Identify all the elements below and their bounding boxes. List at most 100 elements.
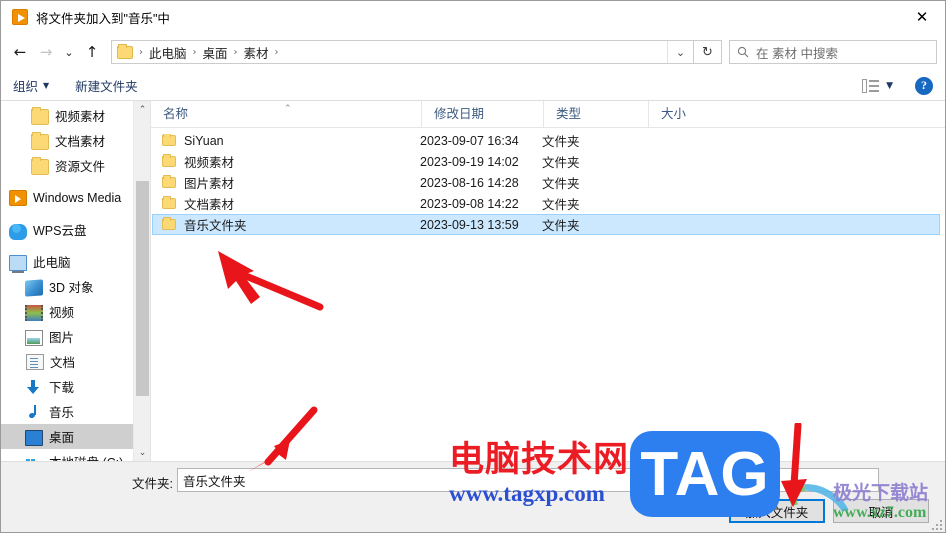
breadcrumb-item-sucai[interactable]: 素材	[244, 43, 269, 62]
file-type-cell: 文件夹	[542, 219, 580, 233]
sidebar-item-label: 文档	[50, 356, 76, 370]
breadcrumb-item-this-pc[interactable]: 此电脑	[149, 43, 187, 62]
desktop-icon	[25, 430, 43, 446]
column-header-name-label: 名称	[163, 106, 189, 121]
folder-name-input[interactable]: 音乐文件夹	[177, 468, 879, 492]
column-headers: 名称 ⌃ 修改日期 类型 大小	[151, 100, 945, 128]
breadcrumb-item-desktop[interactable]: 桌面	[203, 43, 228, 62]
command-toolbar: 组织 ▼ 新建文件夹 ▼ ?	[1, 71, 945, 101]
sidebar-item-label: 此电脑	[33, 256, 71, 270]
column-header-type[interactable]: 类型	[543, 100, 648, 128]
folder-icon	[162, 154, 176, 167]
file-name-cell: SiYuan	[153, 133, 417, 148]
help-icon[interactable]: ?	[915, 76, 933, 95]
resize-grip[interactable]	[930, 518, 942, 530]
cancel-button[interactable]: 取消	[833, 499, 929, 523]
file-date-cell: 2023-09-08 14:22	[420, 196, 519, 211]
chevron-down-icon: ▼	[43, 81, 50, 90]
sidebar-item-label: 文档素材	[55, 135, 106, 149]
3d-objects-icon	[25, 278, 43, 297]
sidebar-item-resource-files[interactable]: 资源文件	[1, 153, 150, 178]
file-name-label: 音乐文件夹	[184, 219, 247, 233]
title-bar: 将文件夹加入到"音乐"中 ✕	[1, 1, 945, 33]
table-row[interactable]: 视频素材 2023-09-19 14:02 文件夹	[152, 151, 940, 172]
sidebar-item-downloads[interactable]: 下载	[1, 374, 150, 399]
address-bar[interactable]: › 此电脑 › 桌面 › 素材 › ⌄	[111, 40, 694, 64]
pictures-icon	[25, 330, 43, 346]
sidebar-item-music[interactable]: 音乐	[1, 399, 150, 424]
organize-button[interactable]: 组织 ▼	[13, 76, 49, 95]
folder-icon	[162, 196, 176, 209]
dialog-buttons: 加入文件夹 取消	[729, 499, 929, 523]
add-folder-dialog: 将文件夹加入到"音乐"中 ✕ ← → ⌄ ↑ › 此电脑 › 桌面 › 素材 ›…	[0, 0, 946, 533]
window-title: 将文件夹加入到"音乐"中	[36, 11, 170, 26]
file-list-pane: 名称 ⌃ 修改日期 类型 大小 SiYuan 2023-09-07 16:34 …	[151, 100, 945, 461]
scroll-up-icon[interactable]: ⌃	[134, 101, 150, 118]
music-icon	[25, 404, 43, 420]
sidebar-item-label: 桌面	[49, 431, 75, 445]
column-header-name[interactable]: 名称 ⌃	[151, 101, 421, 128]
sidebar-item-wps-cloud[interactable]: WPS云盘	[1, 217, 150, 242]
chevron-down-icon[interactable]: ⌄	[667, 41, 693, 63]
media-player-icon	[9, 190, 27, 206]
cloud-icon	[9, 223, 27, 240]
up-button[interactable]: ↑	[79, 39, 105, 65]
sidebar-item-label: Windows Media	[33, 190, 122, 205]
sidebar-item-doc-sucai[interactable]: 文档素材	[1, 128, 150, 153]
view-mode-icon[interactable]	[862, 78, 880, 93]
sidebar-item-pictures[interactable]: 图片	[1, 324, 150, 349]
sidebar-item-label: 图片	[49, 331, 75, 345]
search-placeholder: 在 素材 中搜索	[756, 46, 838, 61]
sidebar-scrollbar[interactable]: ⌃ ⌄	[133, 101, 150, 461]
file-rows: SiYuan 2023-09-07 16:34 文件夹 视频素材 2023-09…	[151, 128, 945, 461]
breadcrumb-separator: ›	[139, 46, 143, 58]
add-folder-button[interactable]: 加入文件夹	[729, 499, 825, 523]
chevron-down-icon[interactable]: ▼	[886, 81, 893, 91]
table-row[interactable]: SiYuan 2023-09-07 16:34 文件夹	[152, 130, 940, 151]
navigation-pane: 视频素材 文档素材 资源文件 Windows Media WPS云盘 此电脑 3…	[1, 101, 151, 461]
folder-field-label: 文件夹:	[132, 477, 173, 491]
table-row[interactable]: 文档素材 2023-09-08 14:22 文件夹	[152, 193, 940, 214]
folder-icon	[31, 132, 49, 150]
disk-icon	[25, 455, 43, 461]
sidebar-item-3d-objects[interactable]: 3D 对象	[1, 274, 150, 299]
table-row-selected[interactable]: 音乐文件夹 2023-09-13 13:59 文件夹	[152, 214, 940, 235]
sidebar-item-label: 下载	[49, 381, 75, 395]
sidebar-item-windows-media[interactable]: Windows Media	[1, 185, 150, 210]
navigation-list: 视频素材 文档素材 资源文件 Windows Media WPS云盘 此电脑 3…	[1, 101, 150, 461]
column-header-date[interactable]: 修改日期	[421, 100, 543, 128]
sidebar-item-label: WPS云盘	[33, 224, 87, 238]
column-header-size[interactable]: 大小	[648, 100, 733, 128]
file-name-cell: 文档素材	[153, 194, 417, 213]
sidebar-item-desktop[interactable]: 桌面	[1, 424, 150, 449]
file-name-label: 文档素材	[184, 198, 235, 212]
file-type-cell: 文件夹	[542, 156, 580, 170]
scroll-down-icon[interactable]: ⌄	[134, 444, 150, 461]
sidebar-item-videos[interactable]: 视频	[1, 299, 150, 324]
scrollbar-thumb[interactable]	[136, 181, 149, 396]
sidebar-item-label: 资源文件	[55, 160, 106, 174]
sidebar-item-local-disk-c[interactable]: 本地磁盘 (C:)	[1, 449, 150, 461]
sidebar-item-video-sucai[interactable]: 视频素材	[1, 103, 150, 128]
media-player-icon	[12, 9, 28, 25]
refresh-icon[interactable]: ↻	[694, 40, 722, 64]
sidebar-item-label: 视频素材	[55, 110, 106, 124]
file-name-label: 图片素材	[184, 177, 235, 191]
recent-locations-button[interactable]: ⌄	[59, 39, 79, 65]
new-folder-button[interactable]: 新建文件夹	[75, 76, 138, 95]
sidebar-item-documents[interactable]: 文档	[1, 349, 150, 374]
navigation-bar: ← → ⌄ ↑ › 此电脑 › 桌面 › 素材 › ⌄ ↻ 在 素材 中搜索	[1, 33, 945, 71]
breadcrumb-separator: ›	[233, 46, 238, 58]
sidebar-item-label: 视频	[49, 306, 75, 320]
file-type-cell: 文件夹	[542, 198, 580, 212]
table-row[interactable]: 图片素材 2023-08-16 14:28 文件夹	[152, 172, 940, 193]
organize-label: 组织	[13, 80, 39, 94]
back-button[interactable]: ←	[7, 39, 33, 65]
toolbar-right-group: ▼ ?	[862, 76, 945, 95]
folder-icon	[162, 175, 176, 188]
sidebar-item-this-pc[interactable]: 此电脑	[1, 249, 150, 274]
folder-icon	[162, 133, 176, 146]
search-input[interactable]: 在 素材 中搜索	[729, 40, 937, 64]
videos-icon	[25, 304, 43, 321]
close-icon[interactable]: ✕	[899, 2, 945, 33]
